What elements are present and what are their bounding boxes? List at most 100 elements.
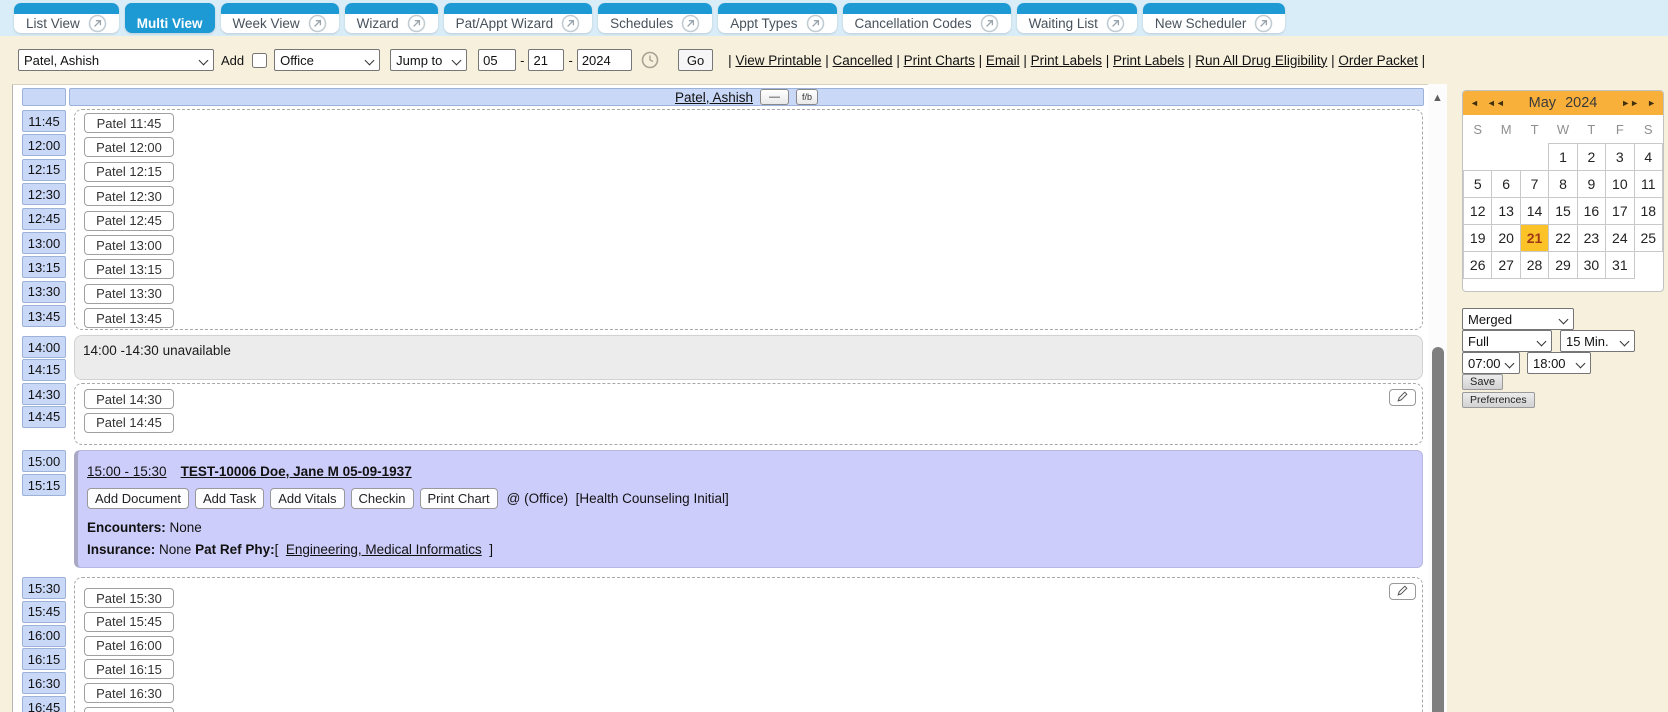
layout-select[interactable]: Merged: [1462, 308, 1574, 330]
calendar-day-9[interactable]: 9: [1577, 171, 1605, 198]
time-cell[interactable]: 14:15: [22, 359, 66, 381]
patel-12-30-slot-button[interactable]: Patel 12:30: [84, 186, 174, 206]
patel-16-15-slot-button[interactable]: Patel 16:15: [84, 659, 174, 679]
time-cell[interactable]: 12:00: [22, 134, 66, 156]
open-in-new-window-icon[interactable]: [1106, 14, 1125, 33]
patel-15-45-slot-button[interactable]: Patel 15:45: [84, 612, 174, 632]
provider-header-link[interactable]: Patel, Ashish: [675, 90, 753, 105]
tab-schedules[interactable]: Schedules: [598, 3, 712, 33]
calendar-day-16[interactable]: 16: [1577, 198, 1605, 225]
open-in-new-window-icon[interactable]: [88, 14, 107, 33]
schedule-block-open[interactable]: Patel 14:30Patel 14:45: [74, 383, 1423, 445]
jump-to-select[interactable]: Jump to: [390, 49, 467, 71]
appointment-time-link[interactable]: 15:00 - 15:30: [87, 464, 167, 479]
tab-waiting-list[interactable]: Waiting List: [1017, 3, 1137, 33]
start-time-select[interactable]: 07:00: [1462, 352, 1520, 374]
edit-availability-button[interactable]: [1389, 583, 1416, 600]
tab-week-view[interactable]: Week View: [221, 3, 339, 33]
open-in-new-window-icon[interactable]: [1254, 14, 1273, 33]
toolbar-link-print-labels[interactable]: Print Labels: [1031, 53, 1102, 68]
calendar-day-selected[interactable]: 21: [1520, 225, 1548, 252]
tab-multi-view[interactable]: Multi View: [125, 3, 215, 33]
calendar-day-2[interactable]: 2: [1577, 144, 1605, 171]
add-document-button[interactable]: Add Document: [87, 488, 189, 509]
calendar-fast-back-icon[interactable]: ◄◄: [1487, 98, 1505, 108]
calendar-day-23[interactable]: 23: [1577, 225, 1605, 252]
clock-icon[interactable]: [641, 51, 659, 69]
time-cell[interactable]: 12:15: [22, 159, 66, 181]
toolbar-link-cancelled[interactable]: Cancelled: [833, 53, 893, 68]
edit-availability-button[interactable]: [1389, 389, 1416, 406]
calendar-day-22[interactable]: 22: [1549, 225, 1577, 252]
tab-list-view[interactable]: List View: [14, 3, 119, 33]
time-cell[interactable]: 12:45: [22, 208, 66, 230]
calendar-forward-icon[interactable]: ►: [1647, 98, 1656, 108]
provider-select[interactable]: Patel, Ashish: [18, 49, 214, 71]
time-cell[interactable]: 13:15: [22, 256, 66, 278]
view-select[interactable]: Full: [1462, 330, 1552, 352]
patel-13-15-slot-button[interactable]: Patel 13:15: [84, 259, 174, 279]
time-cell[interactable]: 15:45: [22, 601, 66, 623]
calendar-day-13[interactable]: 13: [1492, 198, 1520, 225]
add-checkbox[interactable]: [252, 53, 267, 68]
calendar-day-28[interactable]: 28: [1520, 252, 1548, 279]
patel-12-15-slot-button[interactable]: Patel 12:15: [84, 162, 174, 182]
scroll-up-icon[interactable]: ▲: [1428, 92, 1447, 104]
go-button[interactable]: Go: [678, 49, 713, 71]
calendar-day-3[interactable]: 3: [1606, 144, 1634, 171]
fb-toggle-button[interactable]: f/b: [796, 89, 818, 105]
calendar-day-31[interactable]: 31: [1606, 252, 1634, 279]
toolbar-link-order-packet[interactable]: Order Packet: [1338, 53, 1418, 68]
time-cell[interactable]: 14:00: [22, 336, 66, 358]
calendar-day-1[interactable]: 1: [1549, 144, 1577, 171]
calendar-day-6[interactable]: 6: [1492, 171, 1520, 198]
patel-11-45-slot-button[interactable]: Patel 11:45: [84, 113, 174, 133]
open-in-new-window-icon[interactable]: [308, 14, 327, 33]
calendar-day-30[interactable]: 30: [1577, 252, 1605, 279]
open-in-new-window-icon[interactable]: [407, 14, 426, 33]
open-in-new-window-icon[interactable]: [561, 14, 580, 33]
open-in-new-window-icon[interactable]: [980, 14, 999, 33]
calendar-day-14[interactable]: 14: [1520, 198, 1548, 225]
patel-16-00-slot-button[interactable]: Patel 16:00: [84, 636, 174, 656]
time-cell[interactable]: 14:45: [22, 406, 66, 428]
add-task-button[interactable]: Add Task: [195, 488, 264, 509]
time-cell[interactable]: 15:15: [22, 474, 66, 496]
calendar-day-24[interactable]: 24: [1606, 225, 1634, 252]
toolbar-link-view-printable[interactable]: View Printable: [735, 53, 821, 68]
open-in-new-window-icon[interactable]: [806, 14, 825, 33]
patel-13-45-slot-button[interactable]: Patel 13:45: [84, 308, 174, 328]
date-month-input[interactable]: [478, 49, 516, 71]
patel-16-30-slot-button[interactable]: Patel 16:30: [84, 683, 174, 703]
tab-appt-types[interactable]: Appt Types: [718, 3, 836, 33]
time-cell[interactable]: 13:00: [22, 232, 66, 254]
date-year-input[interactable]: [577, 49, 632, 71]
patel-12-00-slot-button[interactable]: Patel 12:00: [84, 137, 174, 157]
time-cell[interactable]: 13:45: [22, 305, 66, 327]
facility-select[interactable]: Office: [274, 49, 380, 71]
tab-new-scheduler[interactable]: New Scheduler: [1143, 3, 1286, 33]
time-cell[interactable]: 15:30: [22, 577, 66, 599]
vertical-scrollbar-thumb[interactable]: [1432, 347, 1444, 712]
patel-13-30-slot-button[interactable]: Patel 13:30: [84, 284, 174, 304]
calendar-day-17[interactable]: 17: [1606, 198, 1634, 225]
time-cell[interactable]: 16:45: [22, 696, 66, 712]
tab-wizard[interactable]: Wizard: [345, 3, 438, 33]
schedule-block-open[interactable]: Patel 11:45 Patel 12:00 Patel 12:15 Patel 1…: [74, 109, 1423, 330]
time-cell[interactable]: 15:00: [22, 450, 66, 472]
checkin-button[interactable]: Checkin: [351, 488, 414, 509]
calendar-day-26[interactable]: 26: [1464, 252, 1492, 279]
time-cell[interactable]: 11:45: [22, 110, 66, 132]
time-cell[interactable]: 14:30: [22, 383, 66, 405]
calendar-back-icon[interactable]: ◄: [1470, 98, 1479, 108]
ref-phy-link[interactable]: Engineering, Medical Informatics: [286, 542, 482, 557]
appointment-patient-link[interactable]: TEST-10006 Doe, Jane M 05-09-1937: [181, 464, 412, 479]
calendar-day-5[interactable]: 5: [1464, 171, 1492, 198]
toolbar-link-print-labels[interactable]: Print Labels: [1113, 53, 1184, 68]
calendar-day-10[interactable]: 10: [1606, 171, 1634, 198]
calendar-day-19[interactable]: 19: [1464, 225, 1492, 252]
patel-15-30-slot-button[interactable]: Patel 15:30: [84, 588, 174, 608]
interval-select[interactable]: 15 Min.: [1560, 330, 1635, 352]
tab-cancellation-codes[interactable]: Cancellation Codes: [843, 3, 1011, 33]
toolbar-link-print-charts[interactable]: Print Charts: [904, 53, 975, 68]
